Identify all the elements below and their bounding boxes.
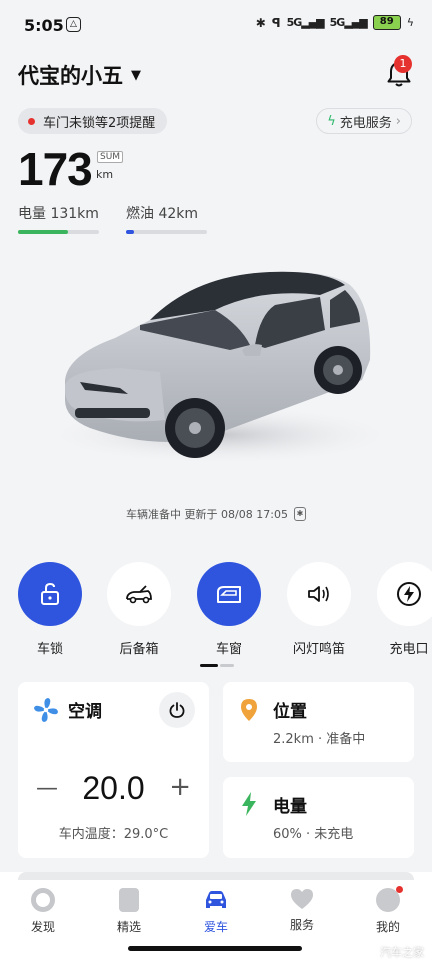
page-indicator-active xyxy=(200,664,218,667)
unlock-icon xyxy=(18,562,82,626)
update-text: 车辆准备中 更新于 08/08 17:05 xyxy=(126,508,288,521)
nav-item-me[interactable]: 我的 xyxy=(358,886,418,935)
nav-item-discover[interactable]: 发现 xyxy=(13,888,73,935)
range-mode-tag: SUM xyxy=(97,151,124,163)
page-indicator-inactive xyxy=(220,664,234,667)
lock-control[interactable]: 车锁 xyxy=(18,562,82,657)
fuel-bar-fill xyxy=(126,230,135,234)
location-pin-icon xyxy=(241,699,257,721)
horn-label: 闪灯鸣笛 xyxy=(292,642,345,657)
electric-range: 电量 131km xyxy=(18,206,99,222)
battery-indicator: 89 xyxy=(372,15,401,30)
notification-badge: 1 xyxy=(394,55,412,73)
charge-port-control[interactable]: 充电口 xyxy=(377,562,432,657)
bluetooth-key-icon: ✱ xyxy=(293,507,306,521)
signal-icon-2: 5G▂▄▆ xyxy=(329,16,368,29)
nav-label-me: 我的 xyxy=(375,920,400,934)
fuel-range: 燃油 42km xyxy=(126,206,199,222)
chevron-down-icon: ▼ xyxy=(131,67,141,83)
charge-port-icon xyxy=(377,562,432,626)
nav-label-featured: 精选 xyxy=(116,920,141,934)
charging-icon: ϟ xyxy=(406,16,414,29)
status-bar: 5:05 △ ✱ ꟼ 5G▂▄▆ 5G▂▄▆ 89 ϟ xyxy=(0,0,432,46)
trunk-icon xyxy=(107,562,171,626)
car-icon xyxy=(206,891,226,908)
nav-item-mycar[interactable]: 爱车 xyxy=(186,888,246,935)
nfc-icon: ꟼ xyxy=(271,15,281,30)
bolt-icon xyxy=(242,792,256,816)
electric-bar xyxy=(18,230,99,234)
featured-icon xyxy=(119,888,139,912)
alert-pill[interactable]: 车门未锁等2项提醒 xyxy=(18,108,168,134)
bluetooth-icon: ✱ xyxy=(255,15,266,30)
trunk-control[interactable]: 后备箱 xyxy=(107,562,171,657)
range-value: 173 xyxy=(18,143,93,195)
fan-icon xyxy=(34,698,58,722)
nav-label-mycar: 爱车 xyxy=(203,920,228,934)
climate-title: 空调 xyxy=(68,702,102,722)
page-indicator xyxy=(200,664,234,667)
quick-controls: 车锁 后备箱 车窗 闪灯鸣笛 充电口 xyxy=(0,562,432,660)
location-sub: 2.2km · 准备中 xyxy=(273,732,366,747)
horn-icon xyxy=(287,562,351,626)
nav-divider xyxy=(18,872,414,880)
charge-port-label: 充电口 xyxy=(389,642,429,657)
car-selector[interactable]: 代宝的小五 ▼ xyxy=(18,60,141,90)
temp-increase-button[interactable]: + xyxy=(169,772,191,802)
bolt-icon: ϟ xyxy=(327,113,336,129)
window-control[interactable]: 车窗 xyxy=(197,562,261,657)
nav-label-discover: 发现 xyxy=(30,920,55,934)
charge-service-button[interactable]: ϟ 充电服务 › xyxy=(316,108,412,134)
trunk-label: 后备箱 xyxy=(119,642,159,657)
climate-card[interactable]: 空调 — 20.0 + 车内温度：29.0°C xyxy=(18,682,209,858)
profile-dot xyxy=(396,886,403,893)
lock-label: 车锁 xyxy=(36,642,63,657)
app-notification-icon: △ xyxy=(66,17,81,32)
horn-control[interactable]: 闪灯鸣笛 xyxy=(287,562,351,657)
status-icons: ✱ ꟼ 5G▂▄▆ 5G▂▄▆ 89 ϟ xyxy=(256,15,414,30)
watermark: 汽车之家 xyxy=(380,946,424,959)
nav-item-service[interactable]: 服务 xyxy=(272,888,332,933)
heart-icon xyxy=(291,889,313,909)
battery-sub: 60% · 未充电 xyxy=(273,827,354,842)
fuel-bar xyxy=(126,230,207,234)
window-icon xyxy=(197,562,261,626)
location-card[interactable]: 位置 2.2km · 准备中 xyxy=(223,682,414,762)
range-unit: km xyxy=(96,168,114,181)
alert-dot-icon xyxy=(28,117,35,125)
nav-item-featured[interactable]: 精选 xyxy=(99,888,159,935)
signal-icon: 5G▂▄▆ xyxy=(286,16,325,29)
window-label: 车窗 xyxy=(215,642,242,657)
discover-icon xyxy=(31,888,55,912)
inside-temperature: 车内温度：29.0°C xyxy=(58,827,169,842)
car-name: 代宝的小五 xyxy=(18,64,123,88)
car-image[interactable] xyxy=(20,250,415,490)
electric-bar-fill xyxy=(18,230,69,234)
charge-service-label: 充电服务 xyxy=(339,115,392,131)
battery-card[interactable]: 电量 60% · 未充电 xyxy=(223,777,414,858)
location-title: 位置 xyxy=(273,702,307,722)
chevron-right-icon: › xyxy=(395,113,401,129)
alert-text: 车门未锁等2项提醒 xyxy=(43,115,156,131)
nav-label-service: 服务 xyxy=(289,918,314,932)
power-button[interactable] xyxy=(159,692,195,728)
profile-icon xyxy=(376,886,403,912)
home-indicator xyxy=(128,946,302,951)
status-time: 5:05 xyxy=(24,16,64,35)
update-status: 车辆准备中 更新于 08/08 17:05 ✱ xyxy=(0,506,432,522)
power-icon xyxy=(169,702,185,718)
battery-title: 电量 xyxy=(273,797,307,817)
